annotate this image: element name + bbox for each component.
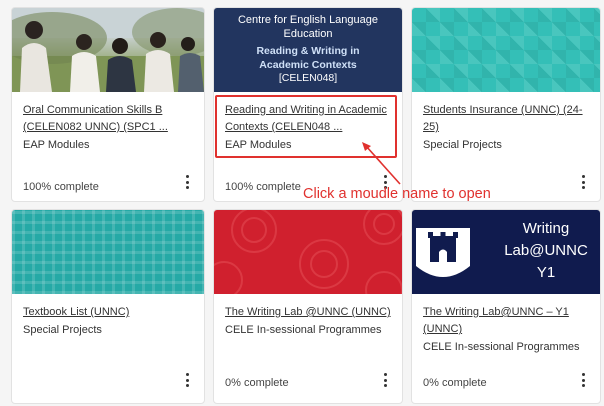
course-title-link[interactable]: The Writing Lab@UNNC – Y1 (UNNC) <box>423 304 593 338</box>
course-category: CELE In-sessional Programmes <box>423 341 580 353</box>
more-options-icon[interactable] <box>382 373 388 387</box>
course-category: Special Projects <box>23 324 102 336</box>
course-card[interactable]: Students Insurance (UNNC) (24-25) Specia… <box>411 7 601 202</box>
course-category: Special Projects <box>423 139 502 151</box>
banner-text: [CELEN048] <box>278 72 338 84</box>
course-progress: 0% complete <box>423 377 487 389</box>
banner-text: Reading & Writing in <box>256 45 360 57</box>
banner-text: Centre for English Language <box>237 14 379 26</box>
course-image-pattern[interactable] <box>12 210 204 294</box>
more-options-icon[interactable] <box>184 373 190 387</box>
course-card[interactable]: Oral Communication Skills B (CELEN082 UN… <box>11 7 205 202</box>
course-category: CELE In-sessional Programmes <box>225 324 382 336</box>
annotation-arrow-icon <box>362 142 401 185</box>
course-title-link[interactable]: Students Insurance (UNNC) (24-25) <box>423 102 593 136</box>
course-image-writing-lab[interactable]: Writing Lab@UNNC Y1 <box>412 210 600 294</box>
course-image-students[interactable] <box>12 8 204 92</box>
course-image-pattern[interactable] <box>412 8 600 92</box>
banner-text: Y1 <box>536 264 556 281</box>
banner-text: Writing <box>522 220 570 237</box>
course-progress: 100% complete <box>23 181 99 193</box>
more-options-icon[interactable] <box>580 373 586 387</box>
banner-text: Education <box>283 28 333 40</box>
annotation-text: Click a moudle name to open <box>303 186 491 202</box>
banner-text: Lab@UNNC <box>504 242 588 259</box>
course-image-reading-writing[interactable]: Centre for English Language Education Re… <box>214 8 402 92</box>
course-card[interactable]: The Writing Lab @UNNC (UNNC) CELE In-ses… <box>213 209 403 404</box>
course-title-link[interactable]: Oral Communication Skills B (CELEN082 UN… <box>23 102 193 136</box>
course-card[interactable]: Textbook List (UNNC) Special Projects <box>11 209 205 404</box>
course-progress: 100% complete <box>225 181 301 193</box>
more-options-icon[interactable] <box>580 175 586 189</box>
course-category: EAP Modules <box>23 139 90 151</box>
more-options-icon[interactable] <box>184 175 190 189</box>
banner-text: Academic Contexts <box>259 59 357 71</box>
course-progress: 0% complete <box>225 377 289 389</box>
course-card[interactable]: Writing Lab@UNNC Y1 The Writing Lab@UNNC… <box>411 209 601 404</box>
university-crest-icon <box>416 228 470 277</box>
course-image-pattern[interactable] <box>214 210 402 294</box>
course-title-link[interactable]: The Writing Lab @UNNC (UNNC) <box>225 304 395 321</box>
course-title-link[interactable]: Textbook List (UNNC) <box>23 304 193 321</box>
